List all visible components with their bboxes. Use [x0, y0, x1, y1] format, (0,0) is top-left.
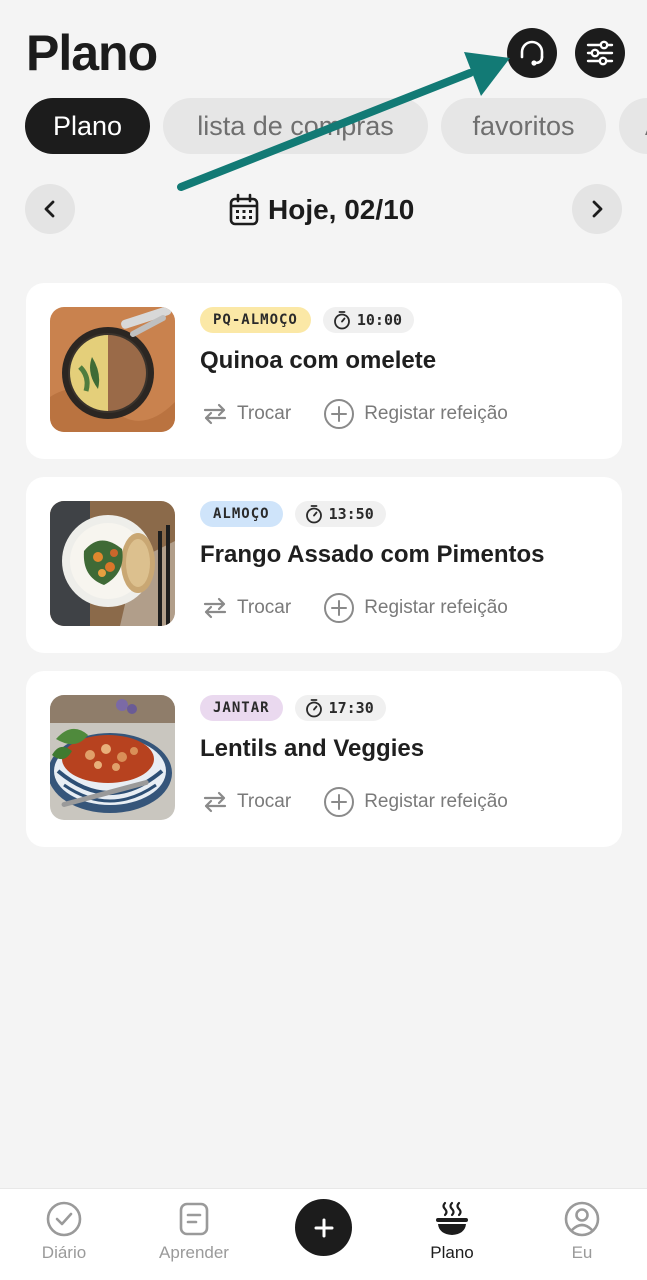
date-text: Hoje, 02/10 — [268, 194, 415, 225]
meal-photo — [50, 501, 175, 626]
swap-arrows-icon — [203, 791, 227, 813]
meal-card[interactable]: PQ-ALMOÇO 10:00 Quinoa com omelete Troca… — [26, 283, 622, 459]
log-label: Registar refeição — [364, 403, 508, 424]
swap-arrows-icon — [203, 597, 227, 619]
meal-type-badge: PQ-ALMOÇO — [200, 307, 311, 333]
nav-item-eu[interactable]: Eu — [527, 1199, 637, 1271]
tab-bar: Plano lista de compras favoritos A — [25, 98, 647, 156]
meal-time-badge: 13:50 — [294, 501, 386, 527]
support-button[interactable] — [507, 28, 557, 78]
chevron-left-icon — [44, 200, 55, 218]
meal-name[interactable]: Lentils and Veggies — [200, 735, 424, 763]
swap-label: Trocar — [237, 791, 292, 812]
meal-photo — [50, 307, 175, 432]
swap-label: Trocar — [237, 403, 292, 424]
add-button[interactable] — [295, 1199, 352, 1256]
meal-type-badge: ALMOÇO — [200, 501, 283, 527]
plus-icon — [314, 1218, 333, 1237]
nav-item-plano[interactable]: Plano — [397, 1199, 507, 1271]
meal-type-badge: JANTAR — [200, 695, 283, 721]
log-meal-button[interactable]: Registar refeição — [323, 398, 508, 430]
stopwatch-icon — [305, 699, 322, 718]
stopwatch-icon — [333, 311, 350, 330]
log-meal-button[interactable]: Registar refeição — [323, 592, 508, 624]
next-day-button[interactable] — [572, 184, 622, 234]
log-meal-button[interactable]: Registar refeição — [323, 786, 508, 818]
plus-circle-icon — [324, 593, 355, 623]
headset-icon — [520, 40, 544, 66]
note-icon — [179, 1202, 209, 1236]
tab-more[interactable]: A — [619, 98, 647, 154]
swap-label: Trocar — [237, 597, 292, 618]
filter-button[interactable] — [575, 28, 625, 78]
previous-day-button[interactable] — [25, 184, 75, 234]
chevron-right-icon — [592, 200, 603, 218]
tab-plano[interactable]: Plano — [25, 98, 150, 154]
profile-icon — [564, 1201, 600, 1237]
meal-time: 17:30 — [328, 699, 374, 717]
nav-label: Eu — [571, 1243, 593, 1262]
swap-meal-button[interactable]: Trocar — [202, 595, 291, 621]
nav-label: Plano — [430, 1243, 474, 1262]
meal-card[interactable]: JANTAR 17:30 Lentils and Veggies Trocar … — [26, 671, 622, 847]
tab-favorites[interactable]: favoritos — [441, 98, 606, 154]
calendar-icon — [229, 193, 259, 226]
nav-label: Diário — [41, 1243, 87, 1262]
plus-circle-icon — [324, 399, 355, 429]
meal-time: 10:00 — [356, 311, 403, 329]
bottom-navigation: Diário Aprender Plano Eu — [0, 1188, 647, 1280]
meal-photo — [50, 695, 175, 820]
meal-name[interactable]: Frango Assado com Pimentos — [200, 541, 545, 569]
swap-meal-button[interactable]: Trocar — [202, 401, 291, 427]
nav-item-diario[interactable]: Diário — [9, 1199, 119, 1271]
food-bowl-icon — [436, 1201, 468, 1235]
check-circle-icon — [46, 1201, 82, 1237]
stopwatch-icon — [305, 505, 322, 524]
swap-meal-button[interactable]: Trocar — [202, 789, 291, 815]
nav-label: Aprender — [159, 1243, 229, 1262]
meal-card[interactable]: ALMOÇO 13:50 Frango Assado com Pimentos … — [26, 477, 622, 653]
date-navigator: Hoje, 02/10 — [0, 184, 647, 234]
meal-time-badge: 17:30 — [294, 695, 386, 721]
meal-time: 13:50 — [328, 505, 374, 523]
page-title: Plano — [26, 25, 158, 81]
sliders-icon — [586, 40, 614, 66]
meal-time-badge: 10:00 — [322, 307, 415, 333]
nav-item-aprender[interactable]: Aprender — [139, 1199, 249, 1271]
current-date[interactable]: Hoje, 02/10 — [228, 190, 414, 230]
swap-arrows-icon — [203, 403, 227, 425]
log-label: Registar refeição — [364, 597, 508, 618]
tab-shopping-list[interactable]: lista de compras — [163, 98, 428, 154]
meal-name[interactable]: Quinoa com omelete — [200, 347, 436, 375]
plus-circle-icon — [324, 787, 355, 817]
log-label: Registar refeição — [364, 791, 508, 812]
